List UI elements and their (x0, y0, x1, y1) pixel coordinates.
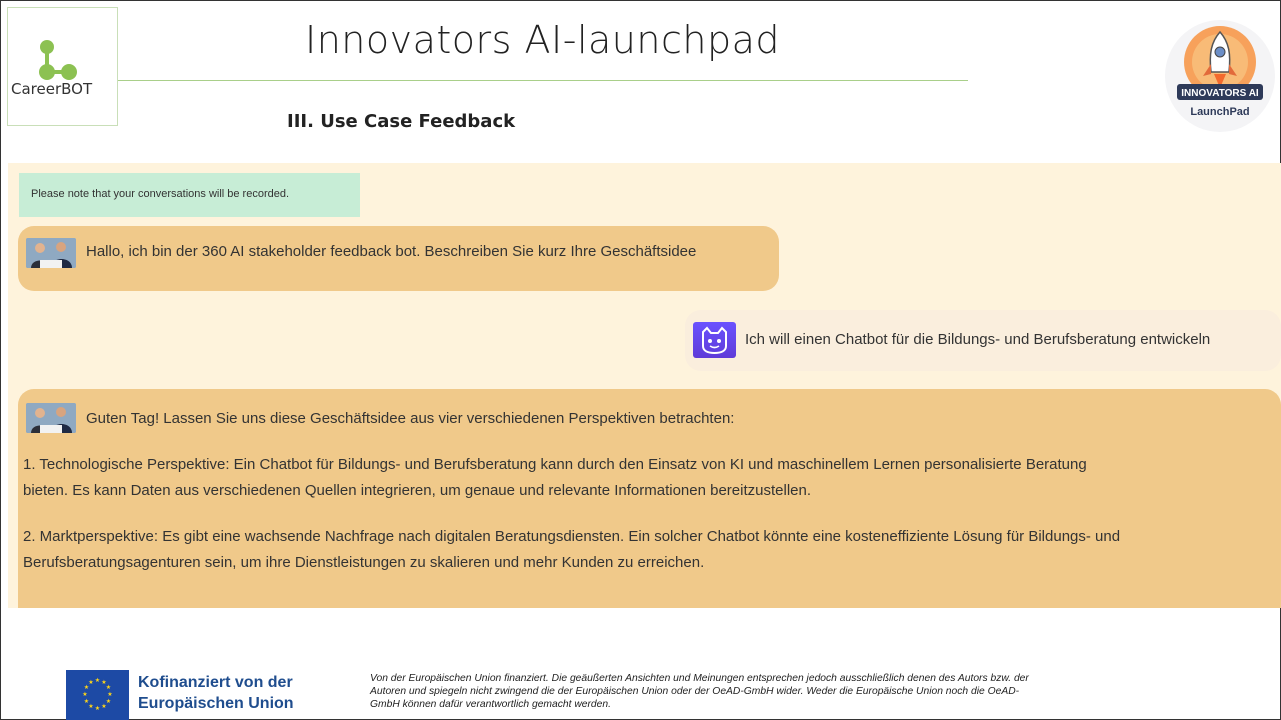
eu-label-line1: Kofinanziert von der (138, 674, 293, 691)
disclaimer-line2: Autoren und spiegeln nicht zwingend die … (370, 686, 1020, 697)
business-people-photo (26, 238, 76, 268)
section-title: III. Use Case Feedback (287, 111, 516, 132)
bot-reply-intro: Guten Tag! Lassen Sie uns diese Geschäft… (86, 410, 735, 427)
rocket-badge-icon: INNOVATORS AI LaunchPad (1165, 20, 1275, 132)
user-message: Ich will einen Chatbot für die Bildungs-… (685, 310, 1281, 371)
bot-reply-point2-line2: Berufsberatungsagenturen sein, um ihre D… (23, 554, 705, 571)
svg-text:★: ★ (101, 703, 106, 710)
eu-disclaimer: Von der Europäischen Union finanziert. D… (370, 672, 1260, 711)
svg-text:★: ★ (95, 705, 100, 712)
bot-message-reply: Guten Tag! Lassen Sie uns diese Geschäft… (18, 389, 1281, 608)
bot-avatar (26, 238, 76, 268)
badge-line2: LaunchPad (1190, 106, 1249, 118)
title-divider (118, 80, 968, 81)
logo-text: CareerBOT (11, 80, 93, 98)
disclaimer-line3: GmbH können dafür verantwortlich gemacht… (370, 699, 611, 710)
bot-reply-point1-line2: bieten. Es kann Daten aus verschiedenen … (23, 482, 812, 499)
disclaimer-line1: Von der Europäischen Union finanziert. D… (370, 673, 1029, 684)
bot-reply-point1-line1: 1. Technologische Perspektive: Ein Chatb… (23, 456, 1087, 473)
recording-notice: Please note that your conversations will… (19, 173, 360, 217)
svg-text:★: ★ (88, 679, 93, 686)
bot-message-greeting: Hallo, ich bin der 360 AI stakeholder fe… (18, 226, 779, 291)
svg-text:★: ★ (106, 684, 111, 691)
svg-text:★: ★ (95, 677, 100, 684)
page-title: Innovators AI-launchpad (305, 18, 780, 62)
svg-text:★: ★ (82, 691, 87, 698)
bot-avatar (26, 403, 76, 433)
careerbot-logo: CareerBOT (7, 7, 118, 126)
chat-area[interactable]: Please note that your conversations will… (8, 163, 1281, 608)
bot-reply-point2-line1: 2. Marktperspektive: Es gibt eine wachse… (23, 528, 1121, 545)
svg-text:★: ★ (107, 691, 112, 698)
bot-greeting-text: Hallo, ich bin der 360 AI stakeholder fe… (86, 243, 697, 260)
eu-funding-label: Kofinanziert von der Europäischen Union (138, 672, 294, 714)
careerbot-molecule-icon (39, 40, 77, 80)
svg-text:★: ★ (84, 698, 89, 705)
eu-label-line2: Europäischen Union (138, 695, 294, 712)
user-message-text: Ich will einen Chatbot für die Bildungs-… (745, 331, 1211, 348)
cat-mascot-icon (702, 326, 727, 355)
badge-line1: INNOVATORS AI (1181, 88, 1259, 99)
business-people-photo (26, 403, 76, 433)
user-avatar (693, 322, 736, 358)
eu-flag-icon: ★ ★ ★ ★ ★ ★ ★ ★ ★ ★ ★ ★ (66, 670, 129, 720)
